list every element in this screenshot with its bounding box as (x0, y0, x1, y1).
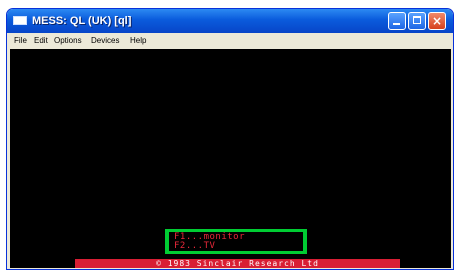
copyright-text: © 1983 Sinclair Research Ltd (156, 259, 319, 268)
menu-options[interactable]: Options (54, 35, 82, 47)
menu-file[interactable]: File (14, 35, 27, 47)
menu-edit[interactable]: Edit (34, 35, 48, 47)
mess-window: MESS: QL (UK) [ql] × File Edit Options D… (6, 8, 454, 270)
menu-bar: File Edit Options Devices Help (10, 34, 451, 48)
close-icon: × (431, 14, 443, 28)
copyright-banner: © 1983 Sinclair Research Ltd (75, 259, 400, 268)
maximize-icon (413, 16, 421, 24)
minimize-icon (393, 23, 400, 25)
window-title: MESS: QL (UK) [ql] (32, 15, 132, 27)
title-bar[interactable]: MESS: QL (UK) [ql] × (7, 9, 453, 33)
boot-options-box: F1...monitor F2...TV (165, 229, 307, 254)
menu-help[interactable]: Help (130, 35, 146, 47)
menu-devices[interactable]: Devices (91, 35, 119, 47)
app-icon (13, 16, 27, 25)
maximize-button[interactable] (408, 12, 426, 30)
minimize-button[interactable] (388, 12, 406, 30)
emulator-screen[interactable]: F1...monitor F2...TV © 1983 Sinclair Res… (10, 49, 451, 268)
option-tv[interactable]: F2...TV (174, 242, 215, 251)
close-button[interactable]: × (428, 12, 446, 30)
boot-options-panel: F1...monitor F2...TV (169, 232, 303, 251)
